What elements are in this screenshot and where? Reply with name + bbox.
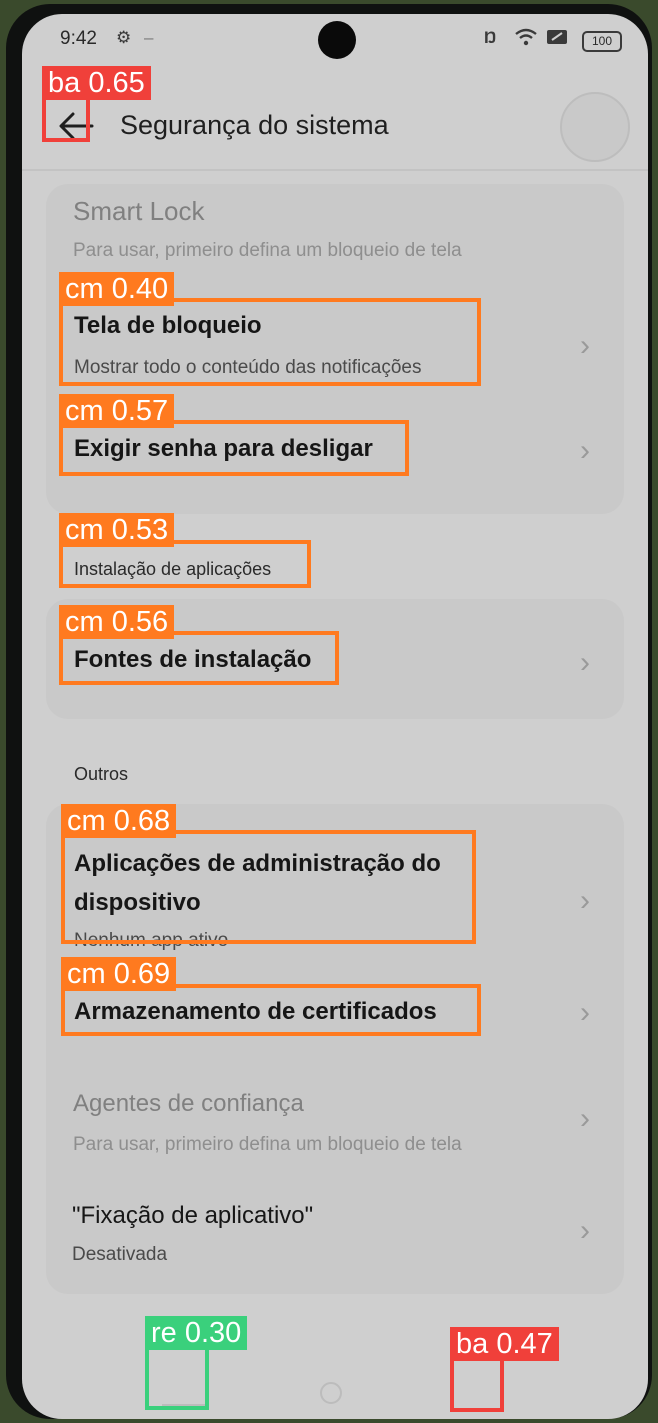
trust-agents-title: Agentes de confiança <box>73 1090 304 1117</box>
chevron-right-icon: › <box>580 884 590 917</box>
dash-status-icon: – <box>144 28 154 47</box>
smart-lock-row[interactable]: Smart Lock Para usar, primeiro defina um… <box>46 184 624 272</box>
status-bar: 9:42 ⚙ – Ŋ 100 <box>22 14 648 64</box>
trust-agents-row[interactable]: Agentes de confiança Para usar, primeiro… <box>46 1074 624 1162</box>
detection-label: cm 0.68 <box>61 804 177 838</box>
detection-label: cm 0.57 <box>59 394 175 428</box>
chevron-right-icon: › <box>580 996 590 1029</box>
nav-home-button[interactable] <box>320 1382 342 1404</box>
gear-status-icon: ⚙ <box>116 28 132 47</box>
detection-label: re 0.30 <box>145 1316 248 1350</box>
app-pinning-row[interactable]: "Fixação de aplicativo" Desativada › <box>46 1186 624 1274</box>
detection-box <box>450 1356 504 1412</box>
detection-box <box>59 540 311 588</box>
detection-label: ba 0.65 <box>42 66 151 100</box>
detection-box <box>61 984 481 1036</box>
page-title: Segurança do sistema <box>120 110 389 140</box>
detection-label: cm 0.40 <box>59 272 175 306</box>
smart-lock-title: Smart Lock <box>73 196 205 226</box>
front-camera <box>318 21 356 59</box>
detection-label: cm 0.56 <box>59 605 175 639</box>
chevron-right-icon: › <box>580 646 590 679</box>
trust-agents-subtitle: Para usar, primeiro defina um bloqueio d… <box>73 1134 462 1155</box>
chevron-right-icon: › <box>580 1214 590 1247</box>
detection-label: ba 0.47 <box>450 1327 559 1361</box>
app-pinning-title: "Fixação de aplicativo" <box>72 1202 314 1229</box>
detection-box <box>145 1344 209 1410</box>
detection-box <box>42 96 90 142</box>
avatar[interactable] <box>560 92 630 162</box>
status-time: 9:42 <box>60 28 97 49</box>
detection-label: cm 0.69 <box>61 957 177 991</box>
screen: 9:42 ⚙ – Ŋ 100 Segurança do sistema Smar… <box>22 14 648 1419</box>
smart-lock-subtitle: Para usar, primeiro defina um bloqueio d… <box>73 240 462 261</box>
nfc-icon: Ŋ <box>484 28 497 47</box>
wifi-icon <box>514 28 538 51</box>
sim-icon <box>546 28 568 51</box>
detection-box <box>59 631 339 685</box>
chevron-right-icon: › <box>580 434 590 467</box>
header-divider <box>22 169 648 171</box>
detection-box <box>61 830 476 944</box>
battery-indicator: 100 <box>582 31 622 52</box>
chevron-right-icon: › <box>580 1102 590 1135</box>
chevron-right-icon: › <box>580 329 590 362</box>
phone-frame: 9:42 ⚙ – Ŋ 100 Segurança do sistema Smar… <box>6 4 652 1419</box>
app-pinning-subtitle: Desativada <box>72 1244 168 1265</box>
others-section-label: Outros <box>74 764 129 784</box>
detection-box <box>59 298 481 386</box>
detection-box <box>59 420 409 476</box>
detection-label: cm 0.53 <box>59 513 175 547</box>
